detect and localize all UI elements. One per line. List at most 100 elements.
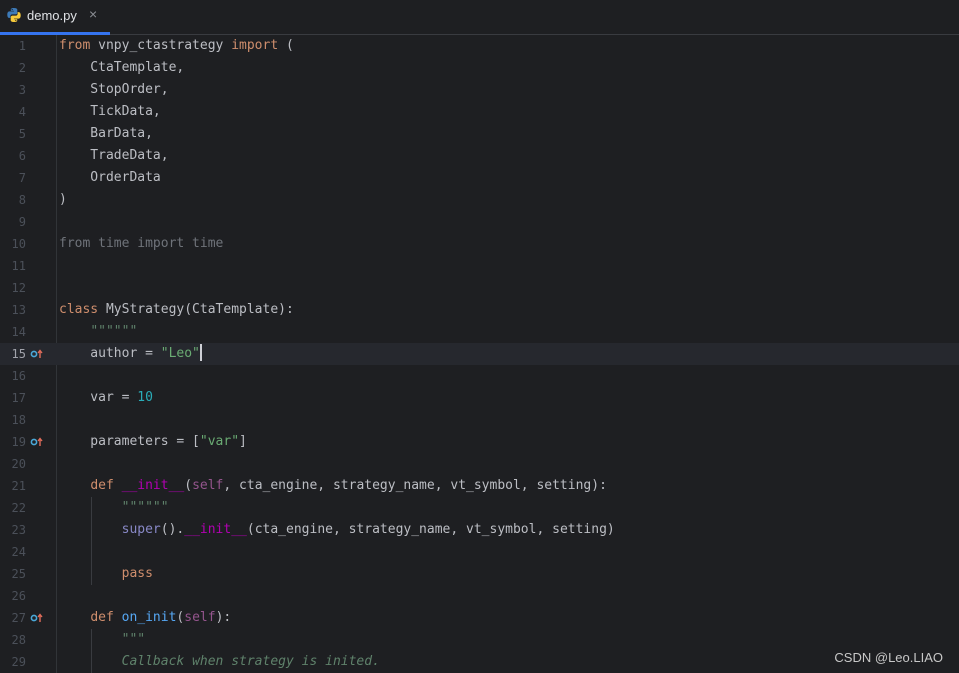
code-line[interactable]: 22 """""": [0, 497, 959, 519]
code-text: Callback when strategy is inited.: [59, 651, 380, 673]
code-text: author = "Leo": [59, 343, 202, 365]
code-line[interactable]: 9: [0, 211, 959, 233]
code-token: (cta_engine, strategy_name, vt_symbol, s…: [246, 522, 615, 537]
code-line[interactable]: 16: [0, 365, 959, 387]
code-line[interactable]: 15 author = "Leo": [0, 343, 959, 365]
code-token: , cta_engine, strategy_name, vt_symbol, …: [223, 478, 607, 493]
line-number: 1: [18, 39, 26, 53]
code-text: """""": [59, 321, 137, 343]
code-token: from time import time: [59, 236, 224, 251]
code-text: super().__init__(cta_engine, strategy_na…: [59, 519, 615, 541]
code-line[interactable]: 17 var = 10: [0, 387, 959, 409]
code-line[interactable]: 3 StopOrder,: [0, 79, 959, 101]
line-number: 5: [18, 127, 26, 141]
code-text: CtaTemplate,: [59, 57, 184, 79]
code-text: from vnpy_ctastrategy import (: [59, 35, 294, 57]
code-line[interactable]: 6 TradeData,: [0, 145, 959, 167]
code-line[interactable]: 29 Callback when strategy is inited.: [0, 651, 959, 673]
close-tab-icon[interactable]: ×: [89, 6, 97, 22]
code-token: ]: [239, 434, 247, 449]
code-line[interactable]: 2 CtaTemplate,: [0, 57, 959, 79]
line-number: 24: [11, 545, 26, 559]
code-token: 10: [137, 390, 153, 405]
code-line[interactable]: 7 OrderData: [0, 167, 959, 189]
code-token: """""": [121, 500, 169, 515]
code-token: "var": [199, 434, 240, 449]
code-text: parameters = ["var"]: [59, 431, 247, 453]
code-editor[interactable]: 1 from vnpy_ctastrategy import (2 CtaTemp…: [0, 35, 959, 673]
code-token: vnpy_ctastrategy: [98, 38, 232, 53]
code-text: BarData,: [59, 123, 153, 145]
code-line[interactable]: 11: [0, 255, 959, 277]
code-token: def: [90, 478, 122, 493]
code-token: MyStrategy(CtaTemplate):: [105, 302, 294, 317]
line-number: 3: [18, 83, 26, 97]
code-token: parameters = [: [59, 434, 200, 449]
code-token: def: [90, 610, 122, 625]
code-token: self: [192, 478, 224, 493]
code-line[interactable]: 5 BarData,: [0, 123, 959, 145]
code-line[interactable]: 12: [0, 277, 959, 299]
code-text: OrderData: [59, 167, 161, 189]
code-line[interactable]: 14 """""": [0, 321, 959, 343]
code-text: """: [59, 629, 145, 651]
line-number: 10: [11, 237, 26, 251]
code-token: """: [121, 632, 146, 647]
code-line[interactable]: 28 """: [0, 629, 959, 651]
code-text: TradeData,: [59, 145, 169, 167]
override-marker-icon[interactable]: [30, 613, 44, 623]
tab-demo-py[interactable]: demo.py ×: [0, 0, 110, 35]
tab-filename: demo.py: [27, 8, 77, 23]
line-number: 12: [11, 281, 26, 295]
line-number: 6: [18, 149, 26, 163]
code-token: on_init: [121, 610, 177, 625]
code-token: super: [121, 522, 161, 537]
line-number: 4: [18, 105, 26, 119]
line-number: 8: [18, 193, 26, 207]
code-line[interactable]: 8): [0, 189, 959, 211]
code-line[interactable]: 13 class MyStrategy(CtaTemplate):: [0, 299, 959, 321]
code-token: StopOrder,: [59, 82, 169, 97]
code-line[interactable]: 1 from vnpy_ctastrategy import (: [0, 35, 959, 57]
override-marker-icon[interactable]: [30, 437, 44, 447]
code-text: def on_init(self):: [59, 607, 231, 629]
code-line[interactable]: 18: [0, 409, 959, 431]
code-token: pass: [121, 566, 153, 581]
line-number: 20: [11, 457, 26, 471]
line-number: 11: [11, 259, 26, 273]
code-token: (: [184, 478, 193, 493]
code-token: BarData,: [59, 126, 153, 141]
code-text: """""": [59, 497, 169, 519]
code-line[interactable]: 21 def __init__(self, cta_engine, strate…: [0, 475, 959, 497]
line-number: 15: [11, 347, 26, 361]
code-text: var = 10: [59, 387, 153, 409]
line-number: 23: [11, 523, 26, 537]
line-number: 9: [18, 215, 26, 229]
code-line[interactable]: 4 TickData,: [0, 101, 959, 123]
line-number: 25: [11, 567, 26, 581]
override-marker-icon[interactable]: [30, 349, 44, 359]
code-line[interactable]: 23 super().__init__(cta_engine, strategy…: [0, 519, 959, 541]
code-line[interactable]: 24: [0, 541, 959, 563]
line-number: 29: [11, 655, 26, 669]
editor-tab-bar: demo.py ×: [0, 0, 959, 35]
code-token: """""": [90, 324, 138, 339]
code-line[interactable]: 10 from time import time: [0, 233, 959, 255]
code-token: ().: [160, 522, 185, 537]
line-number: 28: [11, 633, 26, 647]
code-line[interactable]: 19 parameters = ["var"]: [0, 431, 959, 453]
line-number: 14: [11, 325, 26, 339]
code-line[interactable]: 20: [0, 453, 959, 475]
line-number: 18: [11, 413, 26, 427]
indent-guide: [91, 629, 92, 673]
code-token: OrderData: [59, 170, 161, 185]
code-text: pass: [59, 563, 153, 585]
code-line[interactable]: 26: [0, 585, 959, 607]
code-token: from: [59, 38, 99, 53]
indent-guide: [91, 497, 92, 585]
code-token: class: [59, 302, 106, 317]
code-line[interactable]: 27 def on_init(self):: [0, 607, 959, 629]
code-line[interactable]: 25 pass: [0, 563, 959, 585]
code-token: TradeData,: [59, 148, 169, 163]
